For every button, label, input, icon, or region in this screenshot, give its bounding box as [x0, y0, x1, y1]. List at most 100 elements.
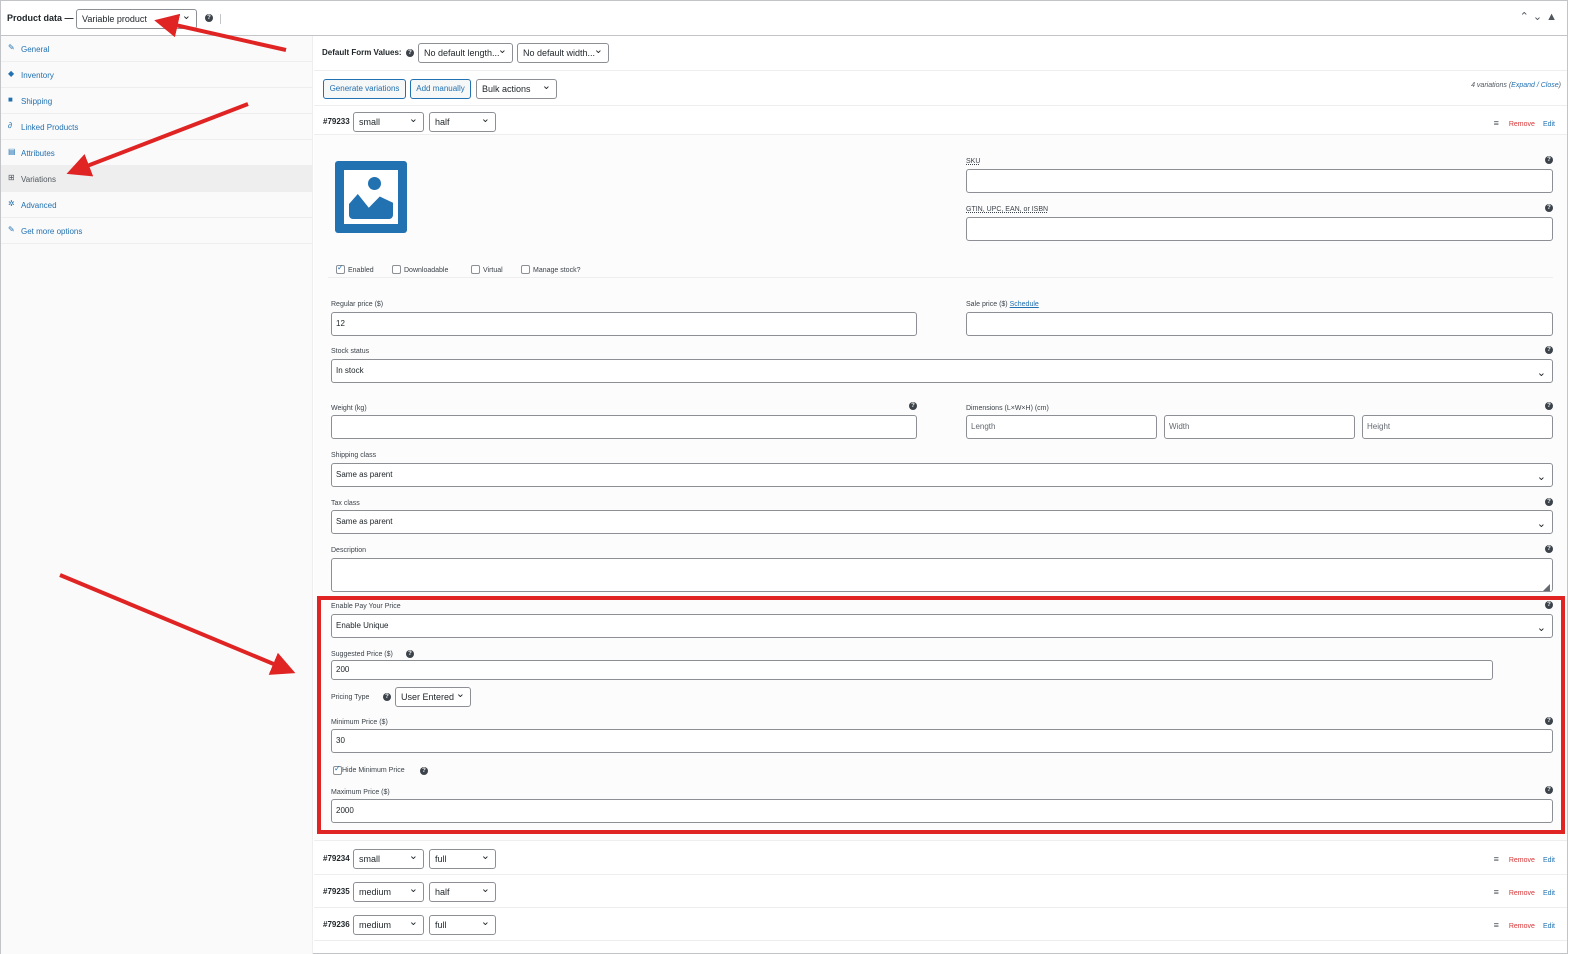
sidebar-item-label: Attributes	[21, 149, 55, 158]
edit-link[interactable]: Edit	[1543, 857, 1555, 864]
variation-row[interactable]: #79233 small half ≡ Remove Edit	[314, 105, 1567, 135]
variation-size-select[interactable]: medium	[353, 882, 424, 902]
manage-stock-label: Manage stock?	[533, 267, 581, 274]
sku-label: SKU	[966, 158, 981, 165]
sidebar-item-label: Linked Products	[21, 123, 79, 132]
remove-link[interactable]: Remove	[1509, 923, 1535, 930]
variation-length-select[interactable]: full	[429, 915, 496, 935]
sidebar-item-advanced[interactable]: ✲ Advanced	[1, 192, 313, 218]
description-label: Description	[331, 547, 367, 554]
variation-size-select[interactable]: medium	[353, 915, 424, 935]
shipping-class-label: Shipping class	[331, 452, 377, 459]
width-input[interactable]: Width	[1164, 415, 1355, 439]
help-icon: ?	[205, 14, 213, 22]
sku-input[interactable]	[966, 169, 1553, 193]
height-input[interactable]: Height	[1362, 415, 1553, 439]
regular-price-input[interactable]: 12	[331, 312, 917, 336]
sidebar-item-label: Variations	[21, 175, 56, 184]
sidebar-item-variations[interactable]: ⊞ Variations	[1, 166, 313, 192]
chevron-up-icon[interactable]: ⌃	[1520, 11, 1533, 23]
schedule-link[interactable]: Schedule	[1010, 301, 1039, 308]
remove-link[interactable]: Remove	[1509, 890, 1535, 897]
variations-count: 4 variations (Expand / Close)	[1471, 82, 1561, 89]
help-icon: ?	[1545, 204, 1553, 212]
help-icon: ?	[909, 402, 917, 410]
drag-handle-icon[interactable]: ≡	[1494, 118, 1499, 128]
edit-link[interactable]: Edit	[1543, 923, 1555, 930]
sidebar-item-general[interactable]: ✎ General	[1, 36, 313, 62]
sale-price-input[interactable]	[966, 312, 1553, 336]
remove-link[interactable]: Remove	[1509, 857, 1535, 864]
bulk-actions-select[interactable]: Bulk actions	[476, 79, 557, 99]
variation-row[interactable]: #79236 medium full ≡ Remove Edit	[314, 908, 1567, 941]
generate-variations-button[interactable]: Generate variations	[323, 79, 406, 99]
sidebar-item-attributes[interactable]: ▤ Attributes	[1, 140, 313, 166]
dimensions-label: Dimensions (L×W×H) (cm)	[966, 405, 1049, 412]
drag-handle-icon[interactable]: ≡	[1494, 887, 1499, 897]
sidebar-item-shipping[interactable]: ■ Shipping	[1, 88, 313, 114]
divider	[328, 277, 1553, 278]
variation-row[interactable]: #79234 small full ≡ Remove Edit	[314, 842, 1567, 875]
variation-actions: ≡ Remove Edit	[1494, 920, 1555, 930]
divider	[220, 14, 221, 24]
sidebar-item-label: Inventory	[21, 71, 54, 80]
variation-actions: ≡ Remove Edit	[1494, 854, 1555, 864]
virtual-checkbox[interactable]	[471, 265, 480, 274]
variation-length-select[interactable]: full	[429, 849, 496, 869]
downloadable-label: Downloadable	[404, 267, 449, 274]
gtin-input[interactable]	[966, 217, 1553, 241]
add-manually-button[interactable]: Add manually	[410, 79, 471, 99]
variation-row[interactable]: #79235 medium half ≡ Remove Edit	[314, 875, 1567, 908]
variation-actions: ≡ Remove Edit	[1494, 118, 1555, 128]
variation-size-select[interactable]: small	[353, 849, 424, 869]
variation-actions: ≡ Remove Edit	[1494, 887, 1555, 897]
help-icon: ?	[406, 49, 414, 57]
downloadable-checkbox[interactable]	[392, 265, 401, 274]
image-mountain-icon	[349, 194, 393, 219]
virtual-label: Virtual	[483, 267, 503, 274]
variation-id: #79234	[323, 854, 350, 863]
variation-id: #79235	[323, 887, 350, 896]
sidebar-item-inventory[interactable]: ◆ Inventory	[1, 62, 313, 88]
variation-length-select[interactable]: half	[429, 112, 496, 132]
product-type-select[interactable]: Variable product	[76, 9, 197, 29]
help-icon: ?	[1545, 402, 1553, 410]
variation-size-select[interactable]: small	[353, 112, 424, 132]
shipping-class-select[interactable]: Same as parent	[331, 463, 1553, 488]
resize-handle-icon[interactable]: ◢	[1539, 577, 1550, 591]
chevron-down-icon[interactable]: ⌄	[1533, 11, 1546, 23]
sidebar-item-label: Get more options	[21, 227, 83, 236]
link-icon: ∂	[8, 121, 12, 130]
sale-price-label-text: Sale price ($)	[966, 301, 1008, 308]
edit-link[interactable]: Edit	[1543, 121, 1555, 128]
help-icon: ?	[1545, 346, 1553, 354]
variation-length-select[interactable]: half	[429, 882, 496, 902]
variation-id: #79236	[323, 920, 350, 929]
variation-id: #79233	[323, 117, 350, 126]
sidebar-item-get-more-options[interactable]: ✎ Get more options	[1, 218, 313, 244]
sidebar-item-linked-products[interactable]: ∂ Linked Products	[1, 114, 313, 140]
default-length-select[interactable]: No default length...	[418, 43, 513, 63]
sidebar-item-label: Advanced	[21, 201, 57, 210]
variation-image-placeholder[interactable]	[335, 161, 407, 233]
remove-link[interactable]: Remove	[1509, 121, 1535, 128]
variations-count-text: 4 variations (	[1471, 82, 1512, 89]
plugin-icon: ✎	[8, 225, 15, 234]
description-textarea[interactable]: ◢	[331, 558, 1553, 592]
drag-handle-icon[interactable]: ≡	[1494, 920, 1499, 930]
expand-close-link[interactable]: Expand / Close	[1511, 82, 1558, 89]
enabled-label: Enabled	[348, 267, 374, 274]
enabled-checkbox[interactable]	[336, 263, 345, 274]
weight-input[interactable]	[331, 415, 917, 439]
length-input[interactable]: Length	[966, 415, 1157, 439]
product-data-header: Product data — Variable product ? ⌃⌄▲	[1, 1, 1567, 36]
edit-link[interactable]: Edit	[1543, 890, 1555, 897]
tax-class-select[interactable]: Same as parent	[331, 510, 1553, 535]
highlight-box	[317, 596, 1565, 834]
default-width-select[interactable]: No default width...	[517, 43, 609, 63]
drag-handle-icon[interactable]: ≡	[1494, 854, 1499, 864]
toggle-arrow-icon[interactable]: ▲	[1546, 11, 1561, 23]
manage-stock-checkbox[interactable]	[521, 265, 530, 274]
stock-status-select[interactable]: In stock	[331, 359, 1553, 384]
truck-icon: ■	[8, 95, 13, 104]
